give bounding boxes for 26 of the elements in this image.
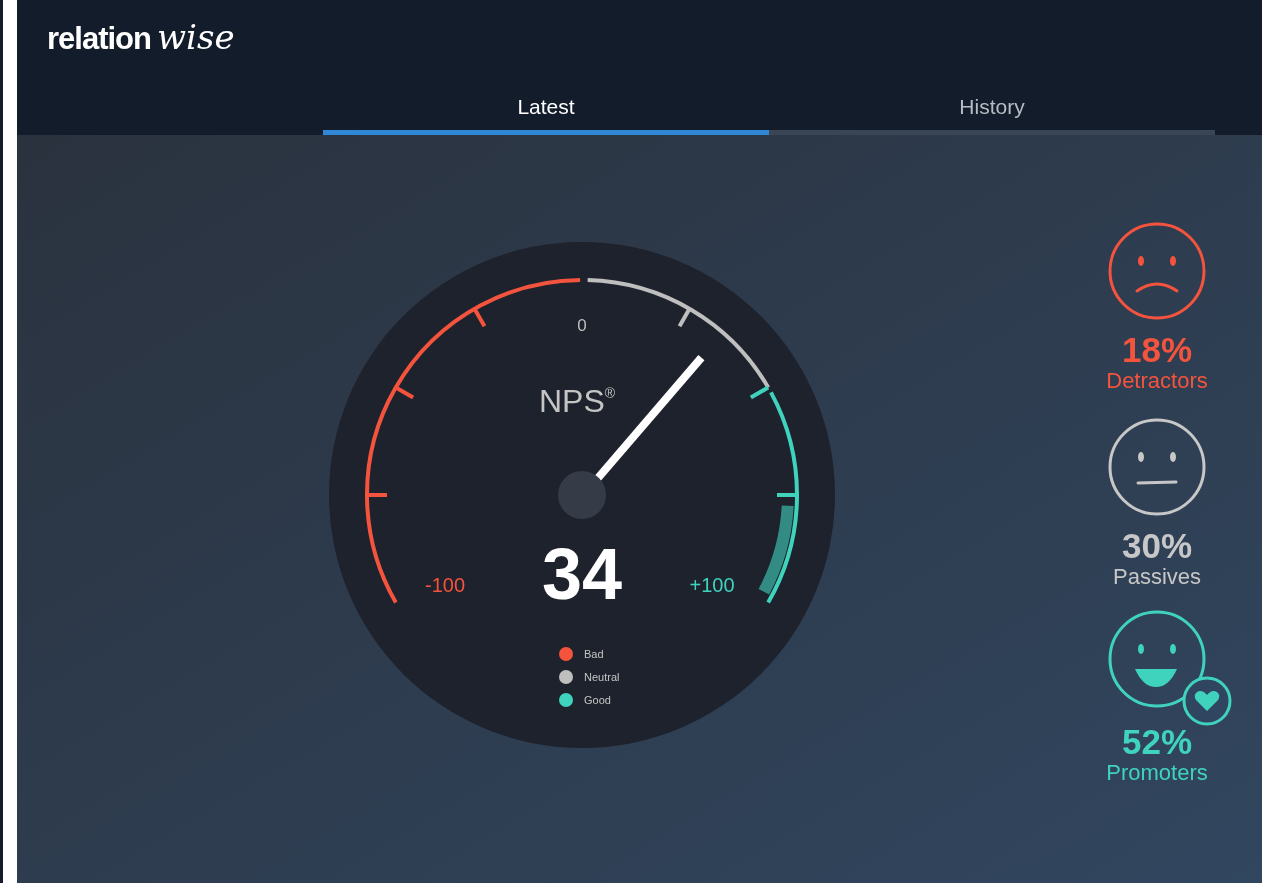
logo-script: wise <box>156 16 235 59</box>
logo-wordmark: relation <box>47 20 151 58</box>
gauge-reading: 34 <box>541 534 623 614</box>
segment-label: Detractors <box>1106 369 1208 393</box>
segment-label: Passives <box>1112 565 1201 589</box>
gauge-tick <box>749 385 770 400</box>
segment-label: Promoters <box>1106 761 1208 785</box>
gauge-tick <box>394 385 415 400</box>
legend-label: Bad <box>584 648 604 660</box>
gauge-max-label: +100 <box>689 574 735 596</box>
legend-label: Neutral <box>584 671 620 683</box>
gauge-tick <box>777 493 797 497</box>
legend-label: Good <box>584 694 611 706</box>
gauge-tick <box>472 307 487 328</box>
gauge-zero-label: 0 <box>577 316 587 335</box>
segment-percent: 30% <box>1121 527 1193 565</box>
segment-percent: 52% <box>1121 723 1193 761</box>
gauge-hub <box>558 471 606 519</box>
segment-percent: 18% <box>1121 331 1192 369</box>
gauge-min-label: -100 <box>425 574 465 596</box>
neutral-face-icon <box>1107 417 1207 517</box>
gauge-tick <box>677 307 692 328</box>
gauge-tick <box>367 493 387 497</box>
sad-face-icon <box>1107 221 1207 321</box>
gauge-title: NPS$^{®}$ <box>538 383 616 419</box>
happy-face-heart-icon <box>1107 609 1233 727</box>
